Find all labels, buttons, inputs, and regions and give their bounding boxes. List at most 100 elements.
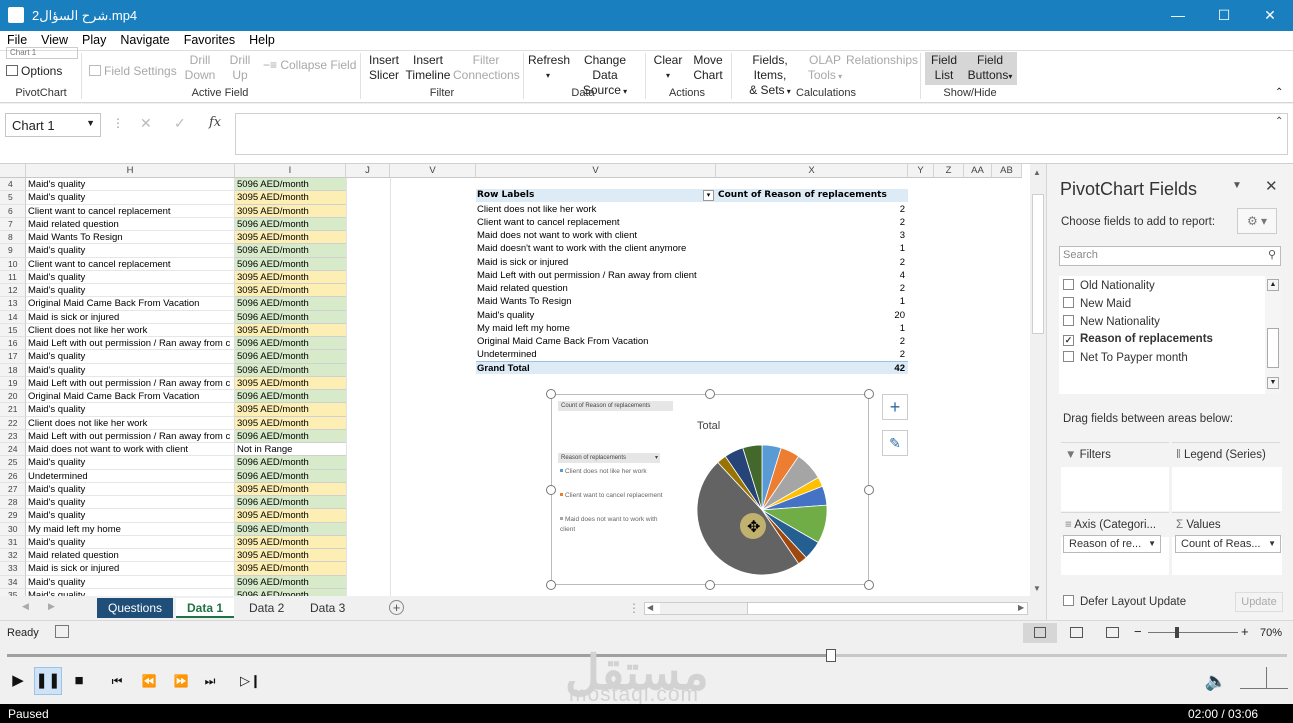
cell-reason[interactable]: Maid is sick or injured xyxy=(26,562,235,576)
cell-reason[interactable]: Maid's quality xyxy=(26,588,235,596)
row-number[interactable]: 26 xyxy=(0,469,26,483)
row-number[interactable]: 32 xyxy=(0,549,26,563)
cell-salary[interactable]: 5096 AED/month xyxy=(235,297,346,311)
field-search-input[interactable]: Search ⚲ xyxy=(1059,246,1281,266)
row-number[interactable]: 25 xyxy=(0,456,26,470)
panel-options-chevron-icon[interactable]: ▼ xyxy=(1232,180,1242,191)
cell-reason[interactable]: Maid does not want to work with client xyxy=(26,443,235,457)
cell-salary[interactable]: 5096 AED/month xyxy=(235,390,346,404)
row-number[interactable]: 6 xyxy=(0,204,26,218)
cell-salary[interactable]: 3095 AED/month xyxy=(235,376,346,390)
legend-area[interactable]: ‖ Legend (Series) xyxy=(1172,442,1282,511)
resize-handle[interactable] xyxy=(705,389,715,399)
cell-salary[interactable]: 3095 AED/month xyxy=(235,403,346,417)
frame-step-icon[interactable]: ▷❙ xyxy=(240,671,261,691)
tab-data-1[interactable]: Data 1 xyxy=(176,598,235,618)
panel-close-icon[interactable]: ✕ xyxy=(1265,177,1278,195)
cell-reason[interactable]: Maid's quality xyxy=(26,575,235,589)
cell-reason[interactable]: Client does not like her work xyxy=(26,416,235,430)
pivot-row[interactable]: Maid's quality 20 xyxy=(476,309,908,322)
pivot-row[interactable]: My maid left my home 1 xyxy=(476,322,908,335)
pivot-row[interactable]: Maid Wants To Resign 1 xyxy=(476,295,908,308)
row-number[interactable]: 18 xyxy=(0,363,26,377)
cell-reason[interactable]: Maid's quality xyxy=(26,482,235,496)
cell-reason[interactable]: Original Maid Came Back From Vacation xyxy=(26,297,235,311)
legend-dropzone[interactable] xyxy=(1172,467,1282,511)
maximize-button[interactable]: ☐ xyxy=(1201,0,1247,31)
field-checkbox[interactable] xyxy=(1063,351,1074,362)
cell-reason[interactable]: Maid's quality xyxy=(26,244,235,258)
row-number[interactable]: 30 xyxy=(0,522,26,536)
pivot-chart[interactable]: Count of Reason of replacements Total Re… xyxy=(551,394,869,585)
chart-axis-field-button[interactable]: Reason of replacements ▾ xyxy=(558,453,660,463)
row-number[interactable]: 5 xyxy=(0,191,26,205)
normal-view-icon[interactable] xyxy=(1023,623,1057,643)
update-button[interactable]: Update xyxy=(1235,592,1283,612)
chart-styles-brush-icon[interactable]: ✎ xyxy=(882,430,908,456)
row-number[interactable]: 28 xyxy=(0,496,26,510)
close-button[interactable]: ✕ xyxy=(1247,0,1293,31)
tab-data-3[interactable]: Data 3 xyxy=(299,598,356,618)
column-header-x[interactable]: X xyxy=(716,164,908,178)
next-icon[interactable]: ⏭ xyxy=(199,671,221,691)
cell-reason[interactable]: Maid's quality xyxy=(26,178,235,192)
cell-salary[interactable]: 5096 AED/month xyxy=(235,522,346,536)
field-settings-button[interactable]: Field Settings xyxy=(89,64,177,79)
move-chart-button[interactable]: Move Chart xyxy=(690,53,726,83)
row-number[interactable]: 12 xyxy=(0,284,26,298)
cell-reason[interactable]: Maid's quality xyxy=(26,456,235,470)
defer-checkbox[interactable] xyxy=(1063,595,1074,606)
cell-salary[interactable]: 5096 AED/month xyxy=(235,257,346,271)
column-header-w[interactable]: V xyxy=(476,164,716,178)
cell-salary[interactable]: 3095 AED/month xyxy=(235,562,346,576)
page-layout-view-icon[interactable] xyxy=(1070,627,1083,638)
values-field-pill[interactable]: Count of Reas... ▼ xyxy=(1175,535,1281,553)
pivot-row[interactable]: Client does not like her work 2 xyxy=(476,203,908,216)
pivot-row[interactable]: Maid related question 2 xyxy=(476,282,908,295)
row-number[interactable]: 4 xyxy=(0,178,26,192)
field-item[interactable]: ✓ Reason of replacements xyxy=(1063,333,1213,346)
scrollbar-thumb[interactable] xyxy=(660,603,748,614)
resize-handle[interactable] xyxy=(705,580,715,590)
field-list-button[interactable]: Field List xyxy=(927,53,961,83)
zoom-out-icon[interactable]: − xyxy=(1134,624,1142,639)
field-checkbox[interactable] xyxy=(1063,315,1074,326)
name-box[interactable]: Chart 1 ▼ xyxy=(5,113,101,137)
column-header-z[interactable]: Z xyxy=(934,164,964,178)
cell-reason[interactable]: Original Maid Came Back From Vacation xyxy=(26,390,235,404)
refresh-button[interactable]: Refresh ▾ xyxy=(528,53,570,83)
macro-record-icon[interactable] xyxy=(55,625,69,638)
add-sheet-icon[interactable]: + xyxy=(389,600,404,615)
volume-slider[interactable] xyxy=(1240,667,1288,689)
cell-reason[interactable]: Maid Left with out permission / Ran away… xyxy=(26,337,235,351)
pivot-row[interactable]: Maid is sick or injured 2 xyxy=(476,256,908,269)
cell-salary[interactable]: 3095 AED/month xyxy=(235,482,346,496)
cell-salary[interactable]: 5096 AED/month xyxy=(235,350,346,364)
field-buttons-button[interactable]: Field Buttons▾ xyxy=(964,53,1016,84)
zoom-slider[interactable] xyxy=(1148,632,1238,633)
row-number[interactable]: 19 xyxy=(0,376,26,390)
cell-salary[interactable]: Not in Range xyxy=(235,443,346,457)
expand-formula-icon[interactable]: ⌃ xyxy=(1275,116,1283,127)
cell-reason[interactable]: My maid left my home xyxy=(26,522,235,536)
cell-salary[interactable]: 5096 AED/month xyxy=(235,244,346,258)
cell-reason[interactable]: Maid's quality xyxy=(26,535,235,549)
chevron-down-icon[interactable]: ▼ xyxy=(86,118,95,128)
relationships-button[interactable]: Relationships xyxy=(846,53,918,68)
cell-reason[interactable]: Maid related question xyxy=(26,217,235,231)
horizontal-scrollbar[interactable]: ◀ ▶ xyxy=(644,602,1028,615)
row-number[interactable]: 13 xyxy=(0,297,26,311)
collapse-field-button[interactable]: −≡ Collapse Field xyxy=(263,58,356,73)
scroll-right-icon[interactable]: ▶ xyxy=(1018,603,1024,612)
cell-salary[interactable]: 5096 AED/month xyxy=(235,178,346,192)
cell-salary[interactable]: 5096 AED/month xyxy=(235,469,346,483)
cell-salary[interactable]: 3095 AED/month xyxy=(235,270,346,284)
drill-up-button[interactable]: Drill Up xyxy=(224,53,256,83)
enter-check-icon[interactable]: ✓ xyxy=(174,115,186,132)
cell-salary[interactable]: 3095 AED/month xyxy=(235,204,346,218)
row-number[interactable]: 20 xyxy=(0,390,26,404)
scroll-up-icon[interactable]: ▲ xyxy=(1033,168,1041,177)
cell-salary[interactable]: 5096 AED/month xyxy=(235,575,346,589)
field-checkbox-checked[interactable]: ✓ xyxy=(1063,335,1074,346)
tab-questions[interactable]: Questions xyxy=(97,598,174,618)
